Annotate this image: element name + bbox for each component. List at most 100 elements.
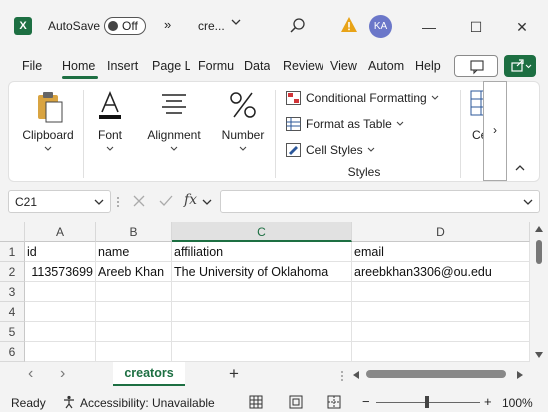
tab-help[interactable]: Help	[415, 59, 441, 73]
table-cell[interactable]	[96, 322, 172, 342]
minimize-button[interactable]: —	[415, 13, 443, 41]
cancel-icon	[133, 195, 145, 207]
table-cell[interactable]: Areeb Khan	[96, 262, 172, 282]
column-header-b[interactable]: B	[96, 222, 172, 242]
next-sheet-button[interactable]: ›	[60, 365, 65, 383]
ribbon-panel: Clipboard Font Alignment Number Conditio…	[8, 81, 540, 182]
row-header[interactable]: 1	[0, 242, 25, 262]
insert-function-button[interactable]: fx	[184, 192, 197, 208]
format-as-table-button[interactable]: Format as Table	[286, 114, 404, 134]
tab-home[interactable]: Home	[62, 59, 95, 73]
chevron-down-icon	[367, 147, 375, 152]
table-cell[interactable]	[352, 282, 530, 302]
table-cell[interactable]	[96, 282, 172, 302]
table-cell[interactable]	[25, 322, 96, 342]
toggle-knob	[108, 21, 118, 31]
format-table-icon	[286, 117, 301, 131]
table-cell[interactable]: The University of Oklahoma	[172, 262, 352, 282]
tab-automate[interactable]: Autom	[368, 59, 408, 73]
add-sheet-button[interactable]: +	[229, 364, 239, 384]
accessibility-icon	[64, 395, 74, 409]
autosave-state: Off	[122, 19, 138, 33]
table-cell[interactable]	[96, 302, 172, 322]
table-cell[interactable]	[172, 282, 352, 302]
row-header[interactable]: 6	[0, 342, 25, 362]
table-cell[interactable]: affiliation	[172, 242, 352, 262]
autosave-toggle[interactable]: Off	[104, 17, 146, 35]
tab-insert[interactable]: Insert	[107, 59, 145, 73]
font-group[interactable]: Font	[87, 88, 133, 168]
number-group[interactable]: Number	[215, 88, 271, 168]
enter-check-icon	[159, 195, 173, 206]
cell-styles-button[interactable]: Cell Styles	[286, 140, 375, 160]
column-header-c[interactable]: C	[172, 222, 352, 242]
close-button[interactable]: ✕	[508, 13, 536, 41]
normal-view-icon	[249, 395, 263, 409]
spreadsheet-grid[interactable]: A B C D 1 id name affiliation email 2 11…	[0, 222, 548, 362]
table-cell[interactable]	[172, 302, 352, 322]
zoom-in-button[interactable]: +	[484, 394, 492, 409]
chevron-down-icon	[170, 146, 178, 151]
zoom-level[interactable]: 100%	[502, 396, 533, 410]
table-cell[interactable]	[352, 322, 530, 342]
row-header[interactable]: 5	[0, 322, 25, 342]
table-cell[interactable]	[352, 302, 530, 322]
formula-input[interactable]	[220, 190, 540, 213]
tab-view[interactable]: View	[330, 59, 357, 73]
clipboard-group[interactable]: Clipboard	[15, 88, 81, 168]
row-header[interactable]: 3	[0, 282, 25, 302]
zoom-out-button[interactable]: −	[362, 394, 370, 409]
row-header[interactable]: 2	[0, 262, 25, 282]
chevron-down-icon	[106, 146, 114, 151]
sheet-tab-creators[interactable]: creators	[113, 362, 185, 386]
conditional-formatting-button[interactable]: Conditional Formatting	[286, 88, 439, 108]
share-button[interactable]	[504, 55, 536, 77]
warning-icon[interactable]	[340, 16, 358, 34]
previous-sheet-button[interactable]: ‹	[28, 365, 33, 383]
table-cell[interactable]: name	[96, 242, 172, 262]
page-layout-view-icon	[289, 395, 303, 409]
chevron-down-icon[interactable]	[230, 16, 242, 31]
tab-formulas[interactable]: Formu	[198, 59, 236, 73]
select-all-corner[interactable]	[0, 222, 25, 242]
collapse-ribbon-button[interactable]	[514, 163, 526, 175]
document-title[interactable]: cre...	[198, 19, 225, 33]
comments-button[interactable]	[454, 55, 498, 77]
tab-data[interactable]: Data	[244, 59, 270, 73]
chevron-up-icon	[515, 165, 525, 171]
more-commands-button[interactable]: »	[164, 17, 171, 32]
row-header[interactable]: 4	[0, 302, 25, 322]
scroll-thumb[interactable]	[536, 240, 542, 264]
conditional-formatting-label: Conditional Formatting	[306, 91, 427, 105]
vertical-scrollbar[interactable]	[530, 222, 548, 362]
column-header-a[interactable]: A	[25, 222, 96, 242]
tab-review[interactable]: Review	[283, 59, 323, 73]
table-cell[interactable]: areebkhan3306@ou.edu	[352, 262, 530, 282]
ribbon-scroll-right-button[interactable]: ›	[483, 81, 507, 181]
table-cell[interactable]: id	[25, 242, 96, 262]
table-cell[interactable]: 113573699	[25, 262, 96, 282]
table-cell[interactable]	[25, 342, 96, 362]
number-label: Number	[221, 128, 265, 142]
table-cell[interactable]	[172, 322, 352, 342]
accessibility-status[interactable]: Accessibility: Unavailable	[80, 396, 215, 410]
column-header-d[interactable]: D	[352, 222, 530, 242]
search-icon[interactable]	[288, 16, 308, 36]
excel-logo-icon: X	[14, 17, 32, 35]
tab-file[interactable]: File	[22, 59, 42, 73]
maximize-button[interactable]: ☐	[462, 13, 490, 41]
table-cell[interactable]	[352, 342, 530, 362]
table-cell[interactable]	[172, 342, 352, 362]
scroll-down-icon	[535, 352, 543, 358]
horizontal-scroll-thumb[interactable]	[366, 370, 506, 378]
tab-page-layout[interactable]: Page L	[152, 59, 190, 73]
table-cell[interactable]	[25, 302, 96, 322]
name-box[interactable]: C21	[8, 190, 111, 213]
table-cell[interactable]	[96, 342, 172, 362]
clipboard-label: Clipboard	[22, 128, 74, 142]
zoom-slider-thumb[interactable]	[425, 396, 429, 408]
table-cell[interactable]: email	[352, 242, 530, 262]
table-cell[interactable]	[25, 282, 96, 302]
avatar[interactable]: KA	[369, 15, 392, 38]
alignment-group[interactable]: Alignment	[139, 88, 209, 168]
